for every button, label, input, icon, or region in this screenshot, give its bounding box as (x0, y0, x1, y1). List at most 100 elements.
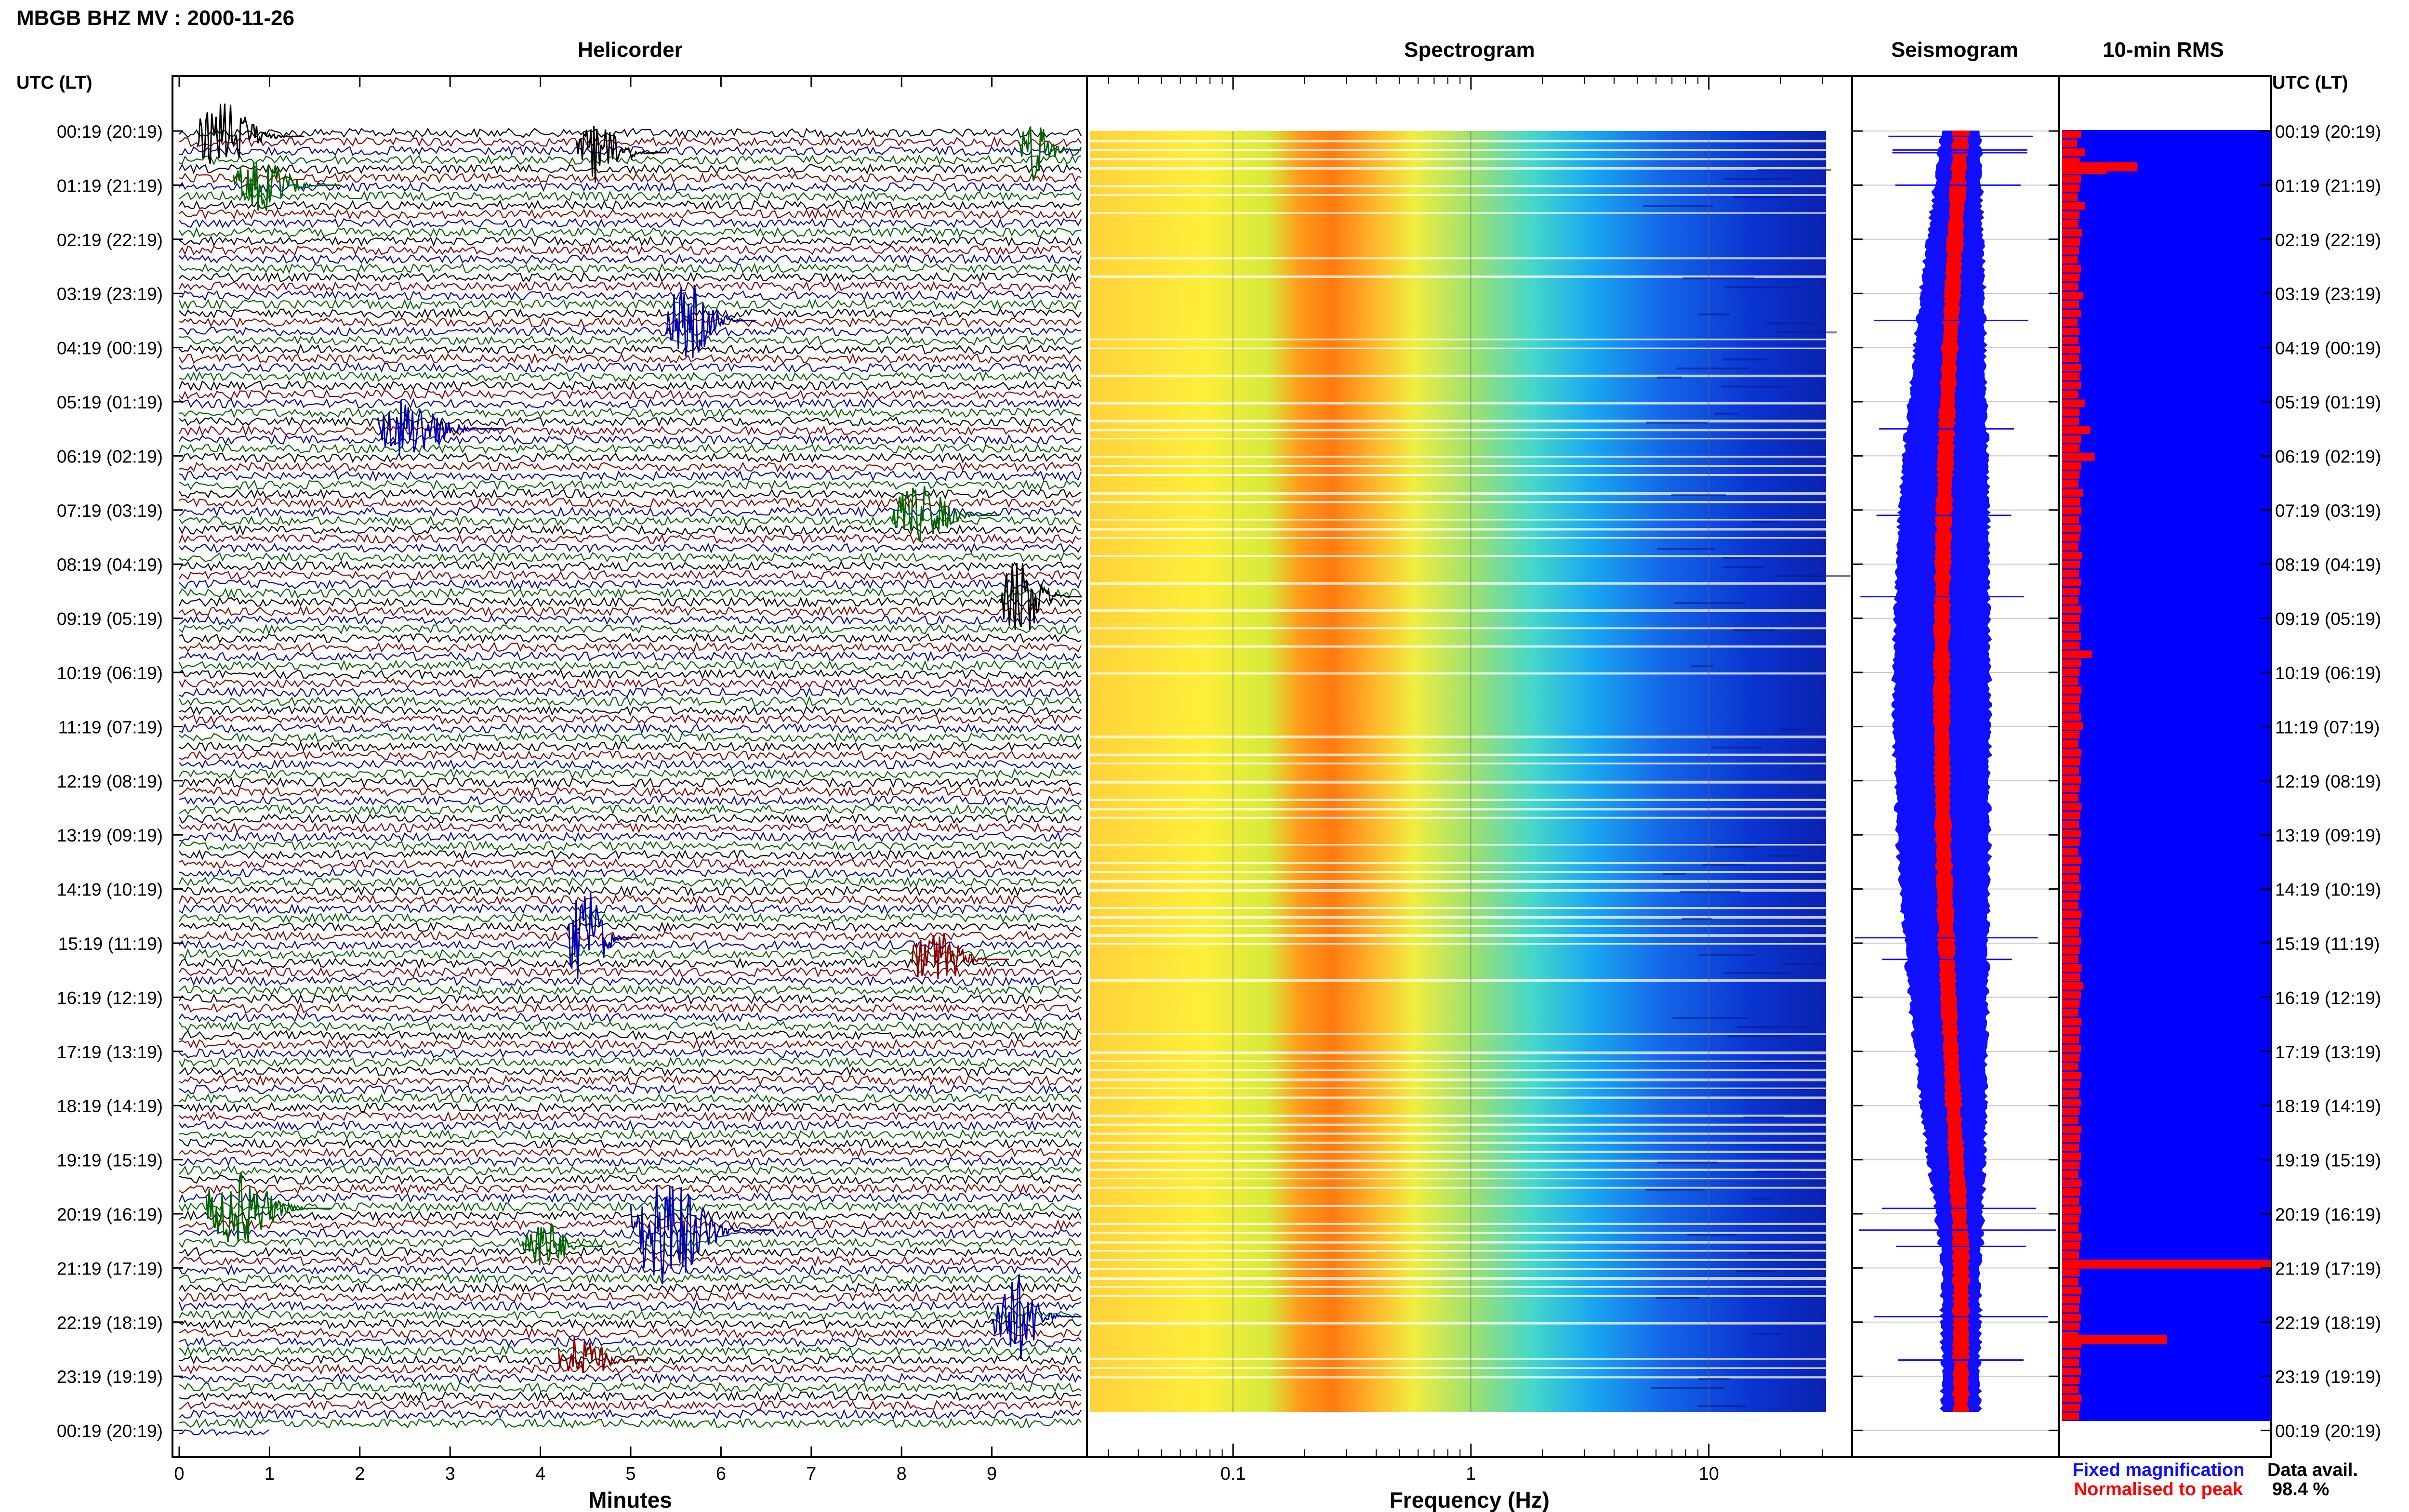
rms-bar (2062, 1215, 2080, 1223)
hour-label-left: 23:19 (19:19) (57, 1367, 163, 1387)
legend-fixed-magnification: Fixed magnification (2073, 1460, 2245, 1480)
spectrogram-row-gap (1090, 194, 1826, 196)
spectrogram-texture (1699, 313, 1730, 316)
spectrogram-row-gap (1090, 753, 1826, 756)
spectrogram-row-gap (1090, 979, 1826, 982)
spectrogram-x-tick-label: 10 (1699, 1464, 1719, 1484)
spectrogram-texture (1769, 855, 1802, 857)
rms-bar (2062, 337, 2078, 344)
spectrogram-row-gap (1090, 528, 1826, 531)
rms-bar (2062, 1117, 2078, 1124)
rms-bar (2062, 381, 2081, 389)
spectrogram-row-gap (1090, 167, 1826, 170)
hour-label-right: 20:19 (16:19) (2275, 1205, 2381, 1224)
rms-bar (2062, 839, 2080, 846)
rms-bar (2062, 462, 2081, 470)
rms-bar (2062, 543, 2078, 551)
rms-bar (2062, 605, 2082, 613)
rms-bar (2062, 390, 2078, 398)
spectrogram-texture (1722, 358, 1770, 361)
spectrogram-texture (1782, 963, 1821, 965)
hour-label-left: 21:19 (17:19) (57, 1259, 163, 1278)
spectrogram-row-gap (1090, 1186, 1826, 1189)
hour-label-left: 03:19 (23:19) (57, 284, 163, 304)
hour-label-right: 15:19 (11:19) (2275, 934, 2380, 954)
hour-label-right: 05:19 (01:19) (2275, 393, 2381, 412)
rms-bar (2062, 1188, 2080, 1196)
rms-bar (2062, 489, 2083, 497)
rms-bar (2062, 641, 2080, 649)
rms-bar (2062, 1314, 2081, 1322)
rms-bar (2062, 265, 2081, 273)
spectrogram-texture (1674, 602, 1746, 605)
spectrogram-row-gap (1090, 672, 1826, 675)
hour-label-left: 10:19 (06:19) (57, 663, 163, 683)
rms-bar-peak (2062, 1260, 2271, 1269)
rms-bar (2062, 1144, 2079, 1151)
hour-label-right: 09:19 (05:19) (2275, 609, 2381, 629)
spectrogram-row-gap (1090, 257, 1826, 260)
spectrogram-row-gap (1090, 1259, 1826, 1261)
spectrogram-row-gap (1090, 1268, 1826, 1270)
rms-bar (2062, 1053, 2080, 1062)
spectrogram-row-gap (1090, 1295, 1826, 1297)
spectrogram-texture (1671, 1017, 1748, 1019)
rms-bar (2062, 507, 2082, 515)
helicorder-x-tick-label: 8 (897, 1464, 907, 1484)
rms-bar (2062, 704, 2079, 712)
rms-bar (2062, 1197, 2079, 1205)
rms-bar (2062, 964, 2082, 972)
rms-bar (2062, 1403, 2080, 1411)
data-availability-value: 98.4 % (2272, 1479, 2329, 1499)
seismogram-title: Seismogram (1891, 38, 2018, 62)
rms-bar (2062, 1009, 2078, 1017)
spectrogram-texture (1691, 665, 1714, 668)
rms-bar (2062, 498, 2080, 506)
rms-bar (2062, 659, 2081, 667)
figure-title: MBGB BHZ MV : 2000-11-26 (16, 6, 294, 30)
hour-label-right: 17:19 (13:19) (2275, 1042, 2381, 1062)
legend-normalised-to-peak: Normalised to peak (2074, 1479, 2243, 1499)
rms-bar (2062, 202, 2085, 210)
spectrogram-texture (1737, 1026, 1807, 1028)
rms-bar (2062, 829, 2081, 838)
rms-bar (2062, 686, 2082, 694)
rms-bar (2062, 731, 2080, 739)
rms-bar (2062, 588, 2080, 595)
rms-bar (2062, 426, 2091, 434)
spectrogram-row-gap (1090, 420, 1826, 423)
rms-bar (2062, 1072, 2082, 1079)
spectrogram-row-gap (1090, 907, 1826, 909)
rms-bar (2062, 1242, 2080, 1250)
rms-bar (2062, 1251, 2079, 1259)
spectrogram-row-gap (1090, 1123, 1826, 1126)
rms-bar (2062, 1376, 2080, 1384)
rms-bar (2062, 785, 2080, 793)
rms-bar (2062, 220, 2078, 228)
spectrogram-texture (1733, 629, 1775, 631)
rms-bar (2062, 1358, 2079, 1367)
rms-bar (2062, 866, 2080, 873)
rms-bar (2062, 758, 2080, 766)
helicorder-x-tick-label: 7 (806, 1464, 816, 1484)
rms-bar (2062, 1099, 2081, 1106)
hour-label-right: 19:19 (15:19) (2275, 1151, 2381, 1170)
spectrogram-image (1090, 131, 1826, 1412)
rms-bar (2062, 1296, 2080, 1304)
rms-bar (2062, 821, 2079, 828)
helicorder-x-label: Minutes (588, 1487, 672, 1512)
spectrogram-texture (1756, 1170, 1801, 1173)
hour-label-right: 02:19 (22:19) (2275, 230, 2381, 250)
rms-bar (2062, 1278, 2078, 1286)
hour-label-left: 04:19 (00:19) (57, 339, 163, 358)
spectrogram-x-tick-label: 0.1 (1220, 1464, 1246, 1484)
rms-bar (2062, 561, 2080, 568)
spectrogram-texture (1777, 331, 1837, 334)
spectrogram-row-gap (1090, 1232, 1826, 1234)
spectrogram-row-gap (1090, 609, 1826, 612)
spectrogram-row-gap (1090, 1150, 1826, 1154)
spectrogram-texture (1657, 1161, 1717, 1164)
rms-bar (2062, 632, 2081, 640)
rms-bar (2062, 444, 2080, 452)
spectrogram-texture (1727, 1035, 1791, 1038)
